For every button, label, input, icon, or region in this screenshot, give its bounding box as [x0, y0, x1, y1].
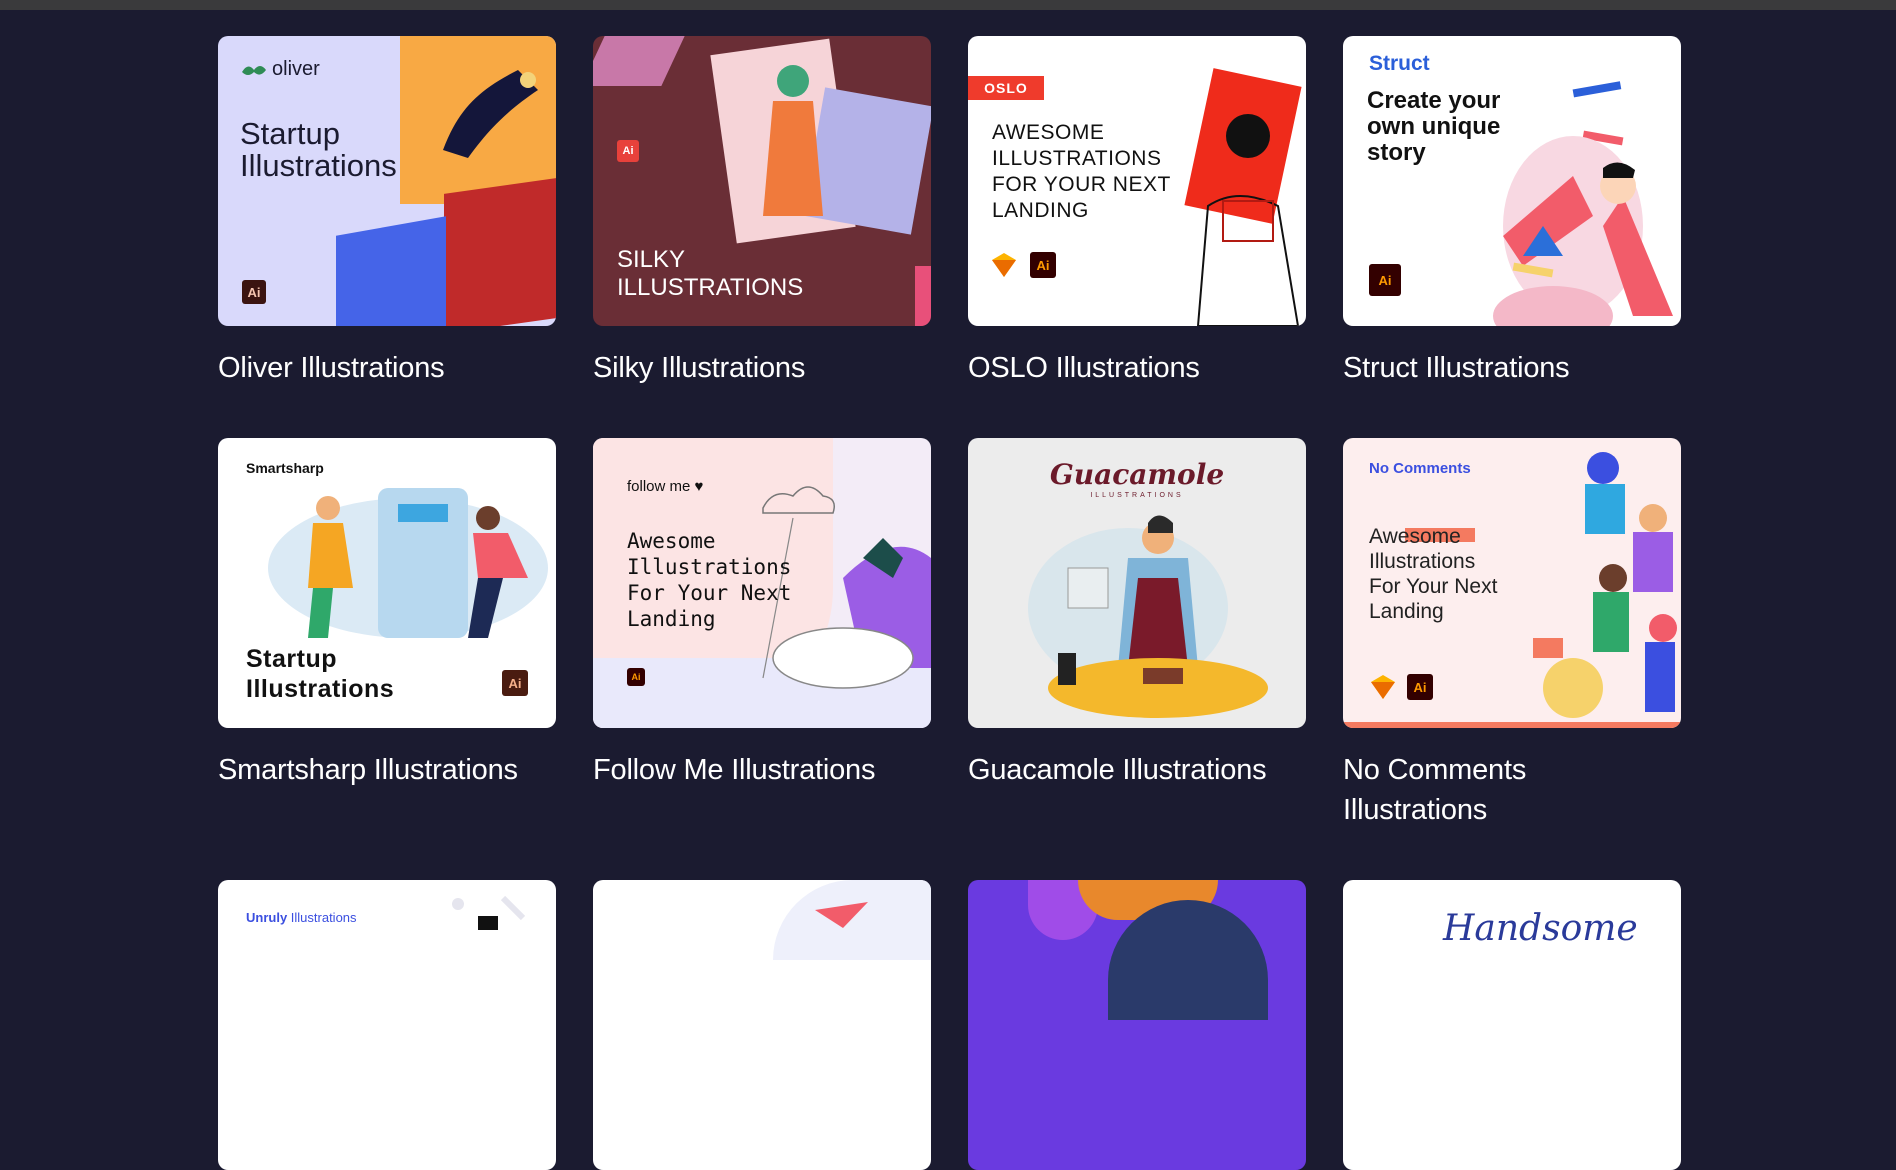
thumbnail-no-comments[interactable]: No Comments Awesome Illustrations For Yo… [1343, 438, 1681, 728]
oslo-headline: AWESOME ILLUSTRATIONS FOR YOUR NEXT LAND… [992, 120, 1171, 224]
struct-figure-icon [1493, 81, 1673, 326]
no-comments-bottom-strip [1343, 722, 1681, 728]
illustrator-badge-icon: Ai [1369, 264, 1401, 296]
product-card-smartsharp[interactable]: Smartsharp Startup Illustrations Ai Smar… [218, 438, 556, 790]
follow-me-headline-line: For Your Next [627, 581, 792, 605]
thumbnail-smartsharp[interactable]: Smartsharp Startup Illustrations Ai [218, 438, 556, 728]
oslo-headline-line: ILLUSTRATIONS [992, 147, 1162, 170]
card-title[interactable]: Oliver Illustrations [218, 348, 556, 388]
unruly-brand-rest: Illustrations [287, 910, 357, 925]
smartsharp-headline-line: Startup [246, 645, 337, 673]
follow-me-headline-line: Landing [627, 607, 716, 631]
sketch-app-icon [1371, 675, 1395, 699]
card-title-line: No Comments [1343, 754, 1527, 786]
oliver-brand-text: oliver [272, 58, 320, 80]
card-title-line: Illustrations [1343, 794, 1488, 826]
silky-headline-line: ILLUSTRATIONS [617, 274, 804, 301]
card-title[interactable]: Follow Me Illustrations [593, 750, 931, 790]
thumbnail-oliver[interactable]: oliver Startup Illustrations Ai [218, 36, 556, 326]
oliver-red-panel [444, 178, 556, 326]
woman-figure-icon [763, 65, 823, 216]
follow-me-headline-line: Illustrations [627, 555, 792, 579]
thumbnail-silky[interactable]: Ai SILKY ILLUSTRATIONS [593, 36, 931, 326]
unruly-flag-icon [452, 895, 526, 930]
paper-plane-icon [815, 902, 868, 928]
illustrator-badge-icon: Ai [502, 670, 528, 696]
product-card-struct[interactable]: Struct Create your own unique story Ai S… [1343, 36, 1681, 388]
oslo-brand-label: OSLO [968, 76, 1044, 100]
silky-accent [915, 266, 931, 326]
unruly-brand-text: Unruly Illustrations [246, 910, 357, 925]
product-card-guacamole[interactable]: Guacamole ILLUSTRATIONS Guacamole Illust… [968, 438, 1306, 790]
crowd-illustration-icon [1533, 452, 1677, 718]
card-title[interactable]: OSLO Illustrations [968, 348, 1306, 388]
oliver-headline-line: Startup [240, 116, 340, 151]
browser-top-bar [0, 0, 1896, 10]
illustrator-badge-icon: Ai [242, 280, 266, 304]
silky-headline: SILKY ILLUSTRATIONS [617, 246, 803, 302]
guacamole-brand-text: Guacamole [1049, 458, 1225, 491]
silky-headline-line: SILKY [617, 246, 686, 273]
card-title[interactable]: No Comments Illustrations [1343, 750, 1681, 830]
smartsharp-headline-line: Illustrations [246, 675, 395, 703]
oliver-logo-icon [242, 65, 266, 75]
hand-illustration-icon [443, 70, 538, 158]
follow-me-headline-line: Awesome [627, 529, 716, 553]
card-title[interactable]: Silky Illustrations [593, 348, 931, 388]
thumbnail-guacamole[interactable]: Guacamole ILLUSTRATIONS [968, 438, 1306, 728]
thumbnail-oslo[interactable]: OSLO AWESOME ILLUSTRATIONS FOR YOUR NEXT… [968, 36, 1306, 326]
product-card-row3-3[interactable] [968, 880, 1306, 1170]
no-comments-brand-text: No Comments [1369, 460, 1471, 477]
thumbnail-row3-3[interactable] [968, 880, 1306, 1170]
thumbnail-handsome[interactable]: Handsome [1343, 880, 1681, 1170]
product-card-handsome[interactable]: Handsome [1343, 880, 1681, 1170]
card-title[interactable]: Guacamole Illustrations [968, 750, 1306, 790]
smartsharp-headline: Startup Illustrations [246, 644, 394, 704]
oliver-headline: Startup Illustrations [240, 118, 397, 182]
unruly-brand-bold: Unruly [246, 910, 288, 925]
thumbnail-unruly[interactable]: Unruly Illustrations [218, 880, 556, 1170]
product-card-no-comments[interactable]: No Comments Awesome Illustrations For Yo… [1343, 438, 1681, 830]
silky-pink-shape [593, 36, 685, 86]
oliver-logo: oliver [240, 58, 320, 81]
struct-brand-text: Struct [1369, 52, 1430, 75]
oliver-headline-line: Illustrations [240, 148, 397, 183]
sketch-app-icon [992, 253, 1016, 277]
oslo-headline-line: FOR YOUR NEXT [992, 173, 1171, 196]
person-sketch-icon [1196, 114, 1300, 326]
product-card-oliver[interactable]: oliver Startup Illustrations Ai Oliver I… [218, 36, 556, 388]
card-title[interactable]: Smartsharp Illustrations [218, 750, 556, 790]
product-card-oslo[interactable]: OSLO AWESOME ILLUSTRATIONS FOR YOUR NEXT… [968, 36, 1306, 388]
smartsharp-team-icon [268, 488, 548, 638]
thumbnail-follow-me[interactable]: follow me ♥ Awesome Illustrations For Yo… [593, 438, 931, 728]
illustrator-badge-icon: Ai [617, 140, 639, 162]
chef-illustration-icon [1028, 515, 1268, 718]
handsome-brand-script: Handsome [1443, 908, 1638, 949]
thumbnail-struct[interactable]: Struct Create your own unique story Ai [1343, 36, 1681, 326]
illustrator-badge-icon: Ai [1407, 674, 1433, 700]
oslo-headline-line: AWESOME [992, 121, 1105, 144]
product-card-unruly[interactable]: Unruly Illustrations [218, 880, 556, 1170]
illustrator-badge-icon: Ai [627, 668, 645, 686]
follow-me-brand-text: follow me ♥ [627, 478, 704, 495]
card-title[interactable]: Struct Illustrations [1343, 348, 1681, 388]
thumbnail-row3-2[interactable] [593, 880, 931, 1170]
illustrator-badge-icon: Ai [1030, 252, 1056, 278]
oliver-blue-panel [336, 216, 446, 326]
follow-me-headline: Awesome Illustrations For Your Next Land… [627, 528, 791, 632]
product-card-silky[interactable]: Ai SILKY ILLUSTRATIONS Silky Illustratio… [593, 36, 931, 388]
product-card-row3-2[interactable] [593, 880, 931, 1170]
oslo-headline-line: LANDING [992, 199, 1089, 222]
product-card-follow-me[interactable]: follow me ♥ Awesome Illustrations For Yo… [593, 438, 931, 790]
